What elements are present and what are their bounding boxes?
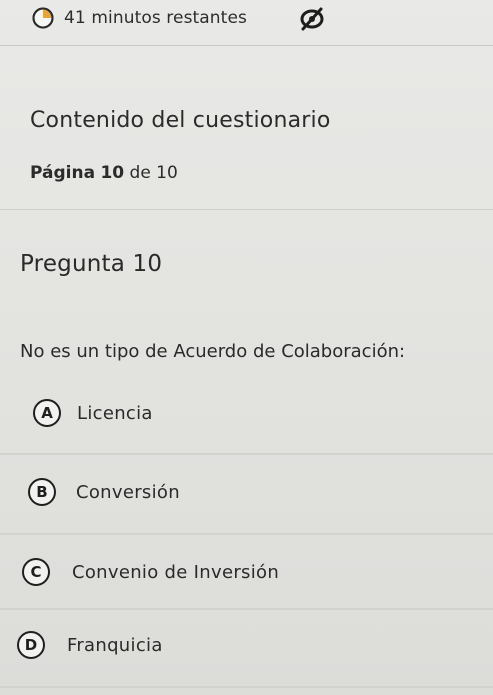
clock-icon [32,7,54,29]
option-divider [0,608,493,610]
option-divider [0,686,493,688]
option-divider [0,533,493,535]
option-letter: B [28,478,56,506]
page-indicator: Página 10 de 10 [30,163,178,183]
option-c[interactable]: C Convenio de Inversión [0,539,493,605]
section-divider [0,209,493,210]
option-label: Franquicia [67,634,163,656]
option-letter: D [17,631,45,659]
quiz-contents-title: Contenido del cuestionario [30,108,331,133]
option-letter: C [22,558,50,586]
question-title: Pregunta 10 [20,251,163,277]
timer-bar: 41 minutos restantes [32,5,247,31]
question-text: No es un tipo de Acuerdo de Colaboración… [20,341,406,362]
option-a[interactable]: A Licencia [0,380,493,446]
option-letter: A [33,399,61,427]
option-b[interactable]: B Conversión [0,459,493,525]
time-remaining: 41 minutos restantes [64,8,247,28]
option-divider [0,453,493,455]
option-label: Licencia [77,402,153,424]
option-d[interactable]: D Franquicia [0,612,493,678]
page-current: 10 [100,163,125,183]
header-divider [0,45,493,46]
eye-slash-icon[interactable] [298,6,326,32]
page-label: Página [30,163,96,183]
page-total: de 10 [129,163,178,183]
option-label: Convenio de Inversión [72,561,280,583]
option-label: Conversión [76,481,180,503]
